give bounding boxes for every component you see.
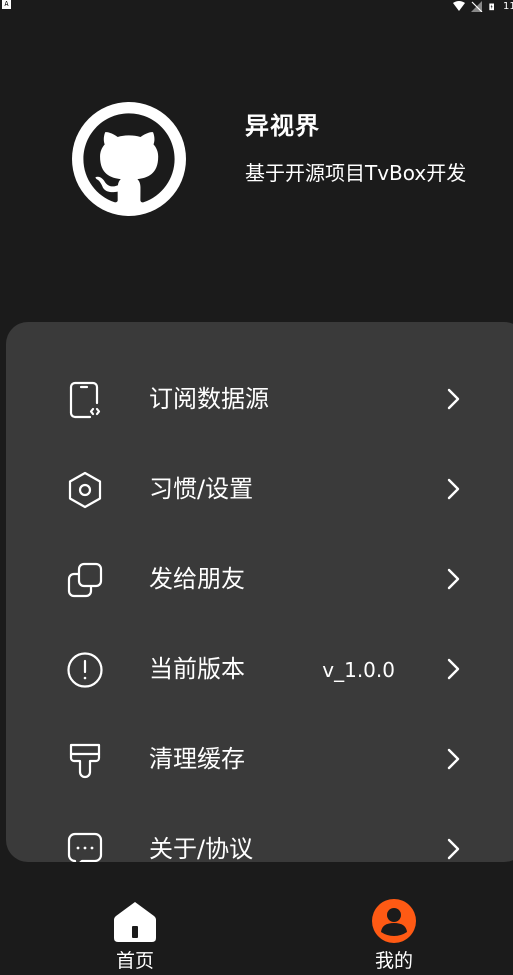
chevron-right-icon	[447, 568, 460, 590]
menu-item-label: 订阅数据源	[149, 385, 269, 413]
status-bar: A 11	[0, 0, 513, 14]
hexagon-settings-icon	[68, 471, 102, 509]
tab-label: 我的	[374, 950, 413, 972]
app-name: 异视界	[245, 112, 320, 140]
chevron-right-icon	[447, 838, 460, 860]
chat-dots-icon	[67, 832, 103, 862]
brush-icon	[69, 743, 101, 779]
copy-squares-icon	[67, 562, 103, 598]
user-icon	[372, 899, 416, 943]
chevron-right-icon	[447, 658, 460, 680]
version-value: v_1.0.0	[322, 658, 395, 682]
menu-item-settings[interactable]: 习惯/设置	[6, 444, 513, 534]
avatar[interactable]	[72, 102, 186, 216]
info-circle-icon	[67, 652, 103, 688]
menu-item-subscribe[interactable]: 订阅数据源	[6, 354, 513, 444]
menu-item-about[interactable]: 关于/协议	[6, 804, 513, 862]
home-icon	[114, 902, 156, 942]
tab-mine[interactable]: 我的	[319, 880, 469, 975]
menu-item-label: 发给朋友	[149, 565, 245, 593]
profile-header: 异视界 基于开源项目TvBox开发	[0, 90, 513, 240]
chevron-right-icon	[447, 478, 460, 500]
menu-item-label: 关于/协议	[149, 835, 254, 862]
phone-code-icon	[69, 381, 101, 419]
battery-icon	[489, 3, 494, 10]
app-description: 基于开源项目TvBox开发	[245, 161, 467, 185]
wifi-icon	[453, 0, 465, 11]
menu-item-label: 习惯/设置	[149, 475, 254, 503]
status-time: 11	[503, 0, 513, 12]
menu-item-label: 当前版本	[149, 655, 245, 683]
bottom-nav: 首页 我的	[0, 880, 513, 975]
menu-item-version[interactable]: 当前版本 v_1.0.0	[6, 624, 513, 714]
tab-label: 首页	[115, 950, 154, 972]
tab-home[interactable]: 首页	[60, 880, 210, 975]
menu-item-cache[interactable]: 清理缓存	[6, 714, 513, 804]
settings-menu-card: 订阅数据源 习惯/设置 发给朋友 当前版本 v_1.0.0 清理缓存 关于/协议	[6, 322, 513, 862]
menu-item-label: 清理缓存	[149, 745, 245, 773]
menu-item-share[interactable]: 发给朋友	[6, 534, 513, 624]
chevron-right-icon	[447, 748, 460, 770]
chevron-right-icon	[447, 388, 460, 410]
notification-icon: A	[2, 0, 11, 9]
signal-icon	[471, 0, 483, 12]
github-octocat-icon	[83, 113, 175, 203]
